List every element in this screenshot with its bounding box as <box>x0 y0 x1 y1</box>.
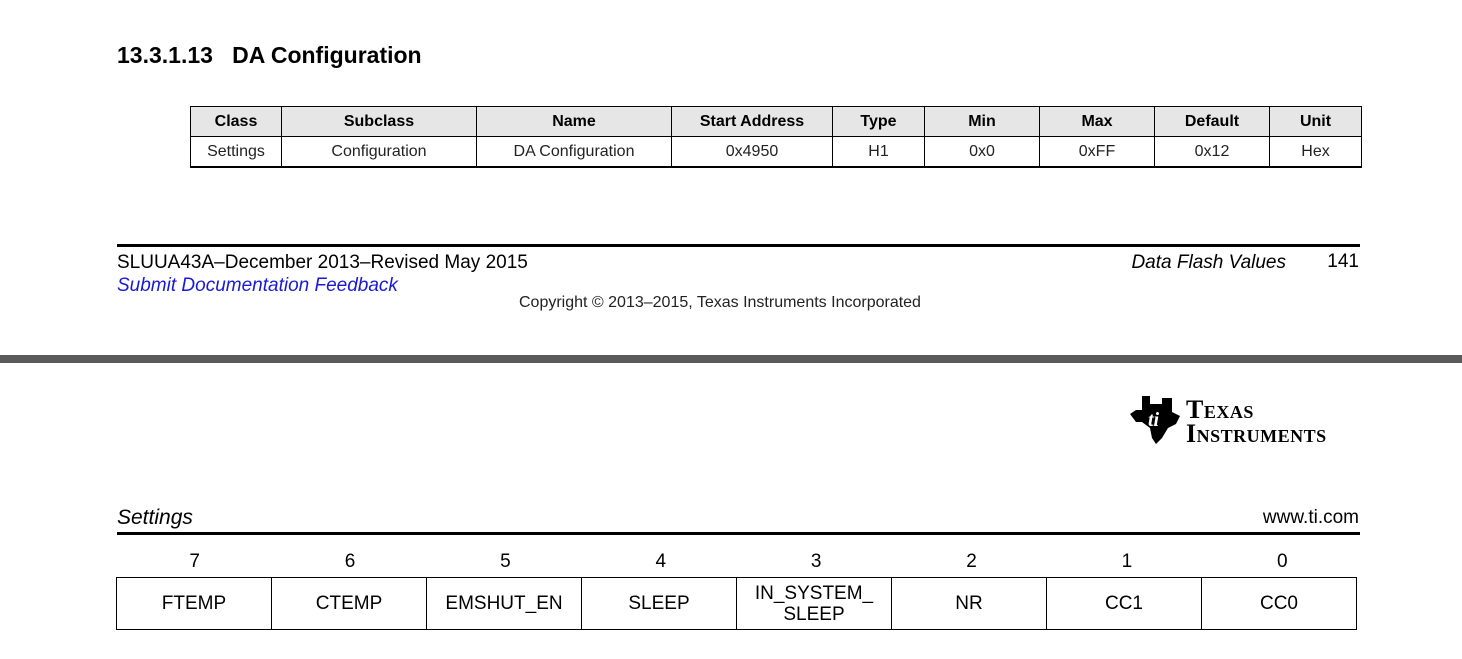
column-header: Unit <box>1269 106 1362 137</box>
column-header: Default <box>1154 106 1270 137</box>
bit-number: 7 <box>189 551 200 572</box>
feedback-link[interactable]: Submit Documentation Feedback <box>117 275 398 297</box>
table-cell: Hex <box>1269 136 1362 168</box>
bit-number-row: 7 6 5 4 3 2 1 0 <box>117 551 1360 573</box>
footer-section-name: Data Flash Values <box>1131 252 1286 273</box>
table-cell: 0x0 <box>924 136 1040 168</box>
site-url-link[interactable]: www.ti.com <box>1263 507 1359 529</box>
column-header: Type <box>832 106 925 137</box>
bit-field: CC1 <box>1046 577 1202 630</box>
table-row: Settings Configuration DA Configuration … <box>190 136 1362 168</box>
table-header-row: Class Subclass Name Start Address Type M… <box>190 106 1362 137</box>
table-cell: H1 <box>832 136 925 168</box>
table-cell: 0xFF <box>1039 136 1155 168</box>
bit-field: EMSHUT_EN <box>426 577 582 630</box>
bit-number: 1 <box>1121 551 1133 572</box>
table-cell: Settings <box>190 136 282 168</box>
footer-rule <box>117 244 1360 247</box>
column-header: Max <box>1039 106 1155 137</box>
table-cell: 0x12 <box>1154 136 1270 168</box>
ti-wordmark: Texas Instruments <box>1186 397 1327 448</box>
column-header: Min <box>924 106 1040 137</box>
bit-field-table: FTEMP CTEMP EMSHUT_EN SLEEP IN_SYSTEM_ S… <box>116 577 1357 630</box>
bit-number: 5 <box>500 551 511 572</box>
column-header: Start Address <box>671 106 833 137</box>
bit-number: 6 <box>344 551 356 572</box>
column-header: Subclass <box>281 106 477 137</box>
section-heading: 13.3.1.13 DA Configuration <box>117 42 422 69</box>
bit-field: NR <box>891 577 1047 630</box>
document-id: SLUUA43A–December 2013–Revised May 2015 <box>117 252 528 273</box>
table-cell: 0x4950 <box>671 136 833 168</box>
column-header: Name <box>476 106 672 137</box>
ti-state-icon: ti <box>1130 396 1180 444</box>
bit-field: CC0 <box>1201 577 1357 630</box>
bit-number: 0 <box>1277 551 1288 572</box>
bit-field: FTEMP <box>116 577 272 630</box>
copyright-notice: Copyright © 2013–2015, Texas Instruments… <box>519 294 921 311</box>
bit-field: SLEEP <box>581 577 737 630</box>
page-number: 141 <box>1327 251 1359 272</box>
table-row: FTEMP CTEMP EMSHUT_EN SLEEP IN_SYSTEM_ S… <box>116 577 1357 630</box>
parameter-table: Class Subclass Name Start Address Type M… <box>190 106 1362 168</box>
bit-number: 3 <box>810 551 822 572</box>
bit-field: IN_SYSTEM_ SLEEP <box>736 577 892 630</box>
logo-line-2: Instruments <box>1186 419 1327 448</box>
bit-number: 2 <box>966 551 977 572</box>
bit-field: CTEMP <box>271 577 427 630</box>
page-break <box>0 355 1462 363</box>
header-rule <box>117 532 1360 535</box>
column-header: Class <box>190 106 282 137</box>
section-title: DA Configuration <box>232 42 422 68</box>
running-header-section: Settings <box>117 506 193 529</box>
bit-number: 4 <box>655 551 667 572</box>
svg-text:ti: ti <box>1148 409 1160 431</box>
section-number: 13.3.1.13 <box>117 42 213 68</box>
ti-logo: ti Texas Instruments <box>1128 394 1360 450</box>
table-cell: DA Configuration <box>476 136 672 168</box>
table-cell: Configuration <box>281 136 477 168</box>
